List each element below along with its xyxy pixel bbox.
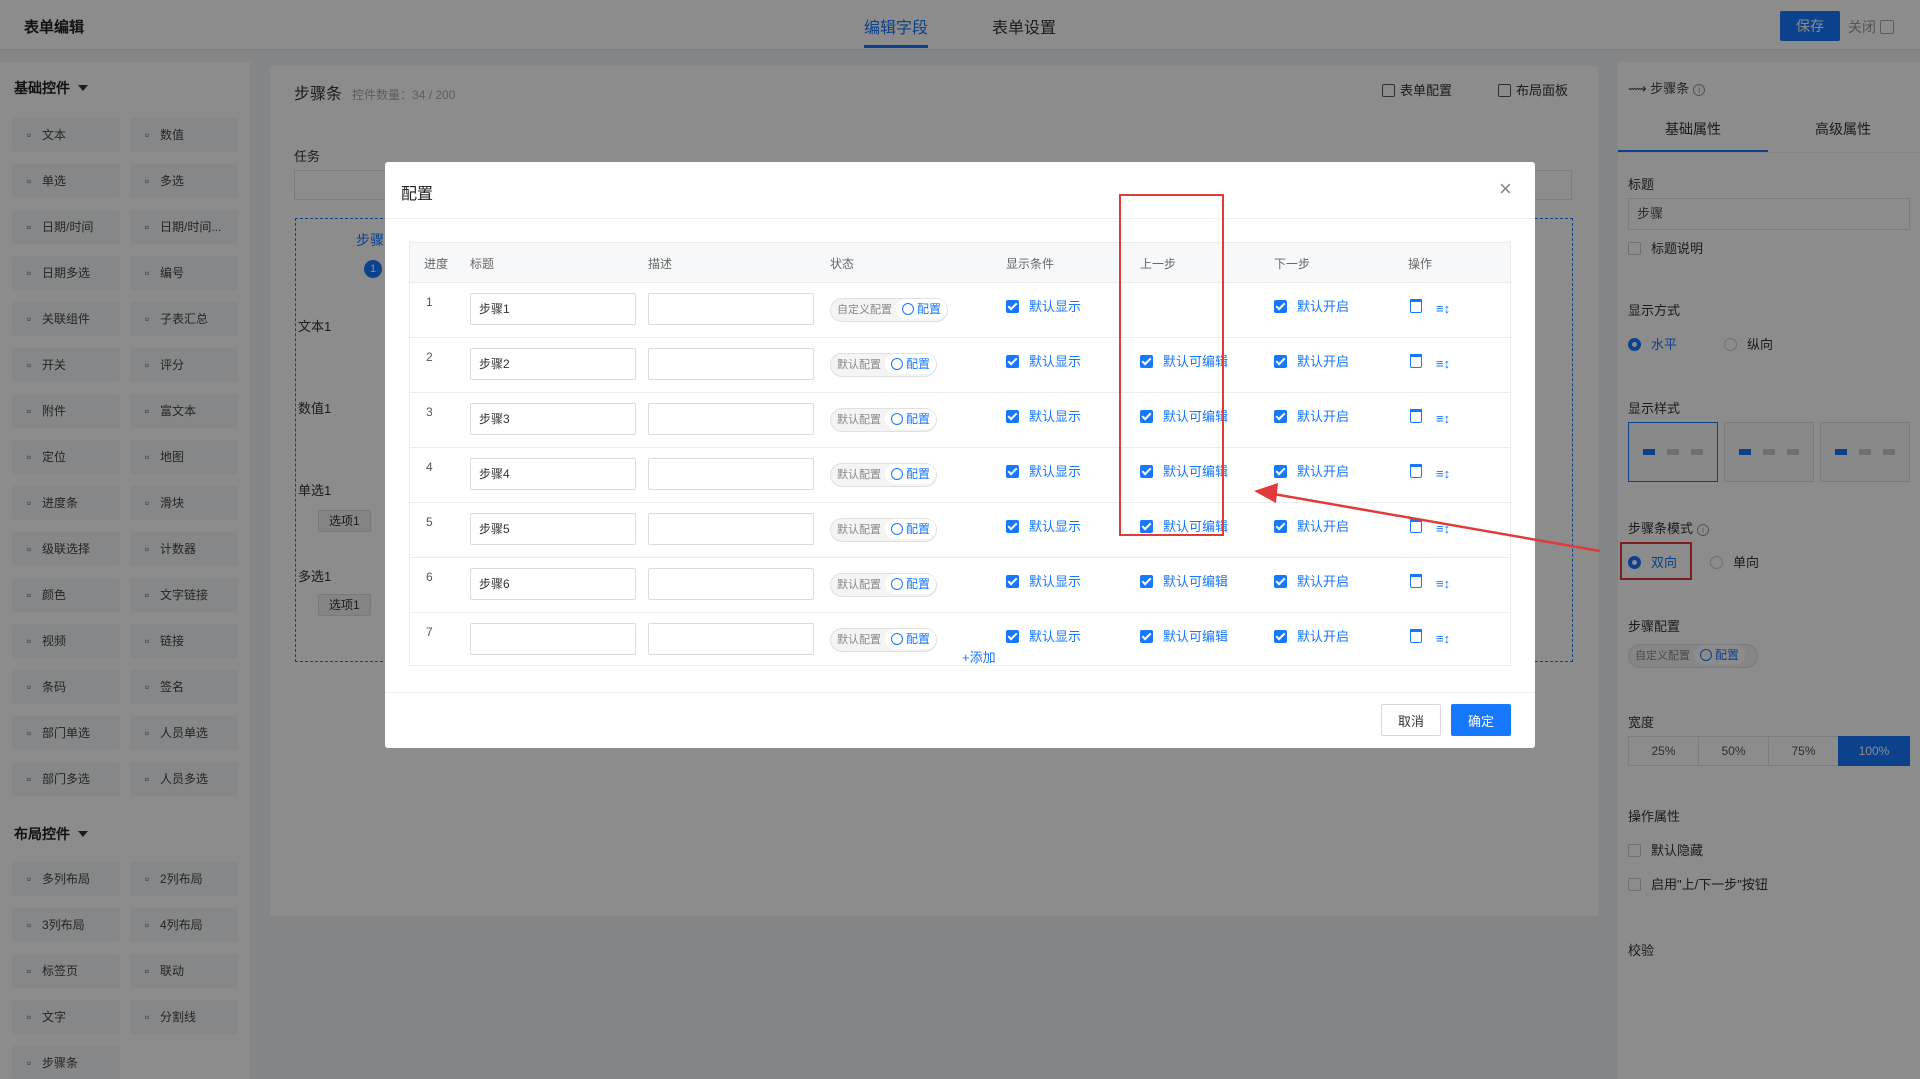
annotation-arrow — [1254, 483, 1601, 553]
arrow-line — [1267, 491, 1601, 553]
arrow-head — [1254, 483, 1278, 503]
